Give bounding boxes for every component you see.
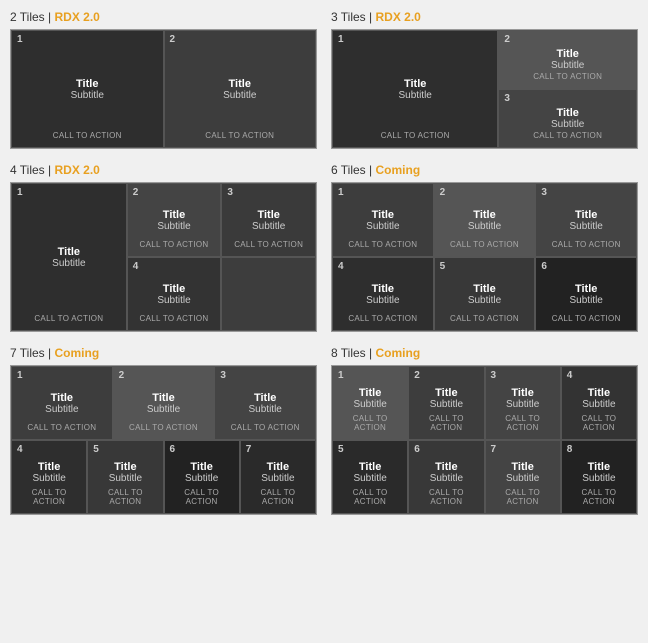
section-3tiles: 3 Tiles | RDX 2.0 1 Title Subtitle CALL … [331,10,638,149]
tile-8-3: 3 Title Subtitle CALL TO ACTION [485,366,561,440]
tile-8-8: 8 Title Subtitle CALL TO ACTION [561,440,637,514]
tile-6-5: 5 Title Subtitle CALL TO ACTION [434,257,536,331]
tile-6-1: 1 Title Subtitle CALL TO ACTION [332,183,434,257]
tile-7-6: 6 Title Subtitle CALL TO ACTION [164,440,240,514]
tile-4-2: 2 Title Subtitle CALL TO ACTION [127,183,222,257]
section-7tiles: 7 Tiles | Coming 1 Title Subtitle CALL T… [10,346,317,515]
page: 2 Tiles | RDX 2.0 1 Title Subtitle CALL … [0,0,648,525]
section-label-6tiles: 6 Tiles | Coming [331,163,638,177]
tile-4-3: 3 Title Subtitle CALL TO ACTION [221,183,316,257]
tile-7-5: 5 Title Subtitle CALL TO ACTION [87,440,163,514]
section-4tiles: 4 Tiles | RDX 2.0 1 Title Subtitle CALL … [10,163,317,332]
tile-8-1: 1 Title Subtitle CALL TO ACTION [332,366,408,440]
tile-8-4: 4 Title Subtitle CALL TO ACTION [561,366,637,440]
tile-6-4: 4 Title Subtitle CALL TO ACTION [332,257,434,331]
tile-8-6: 6 Title Subtitle CALL TO ACTION [408,440,484,514]
tile-6-3: 3 Title Subtitle CALL TO ACTION [535,183,637,257]
tile-8-5: 5 Title Subtitle CALL TO ACTION [332,440,408,514]
section-label-8tiles: 8 Tiles | Coming [331,346,638,360]
tile-grid-2: 1 Title Subtitle CALL TO ACTION 2 Title … [10,29,317,149]
col-right-3: 2 Title Subtitle CALL TO ACTION 3 Title … [498,30,637,148]
tile-1: 1 Title Subtitle CALL TO ACTION [11,30,164,148]
tile-4-4b [221,257,316,331]
section-2tiles: 2 Tiles | RDX 2.0 1 Title Subtitle CALL … [10,10,317,149]
tile-grid-7: 1 Title Subtitle CALL TO ACTION 2 Title … [10,365,317,515]
tile-6-2: 2 Title Subtitle CALL TO ACTION [434,183,536,257]
tile-6-6: 6 Title Subtitle CALL TO ACTION [535,257,637,331]
tile-4-4a: 4 Title Subtitle CALL TO ACTION [127,257,222,331]
tile-7-2: 2 Title Subtitle CALL TO ACTION [113,366,215,440]
section-8tiles: 8 Tiles | Coming 1 Title Subtitle CALL T… [331,346,638,515]
tile-3-2: 2 Title Subtitle CALL TO ACTION [498,30,637,89]
section-label-7tiles: 7 Tiles | Coming [10,346,317,360]
col-left-3: 1 Title Subtitle CALL TO ACTION [332,30,498,148]
section-label-3tiles: 3 Tiles | RDX 2.0 [331,10,638,24]
tile-8-7: 7 Title Subtitle CALL TO ACTION [485,440,561,514]
tile-7-3: 3 Title Subtitle CALL TO ACTION [214,366,316,440]
tile-2: 2 Title Subtitle CALL TO ACTION [164,30,317,148]
tile-3-1: 1 Title Subtitle CALL TO ACTION [332,30,498,148]
tile-7-4: 4 Title Subtitle CALL TO ACTION [11,440,87,514]
tile-grid-6: 1 Title Subtitle CALL TO ACTION 2 Title … [331,182,638,332]
col-left-4: 1 Title Subtitle CALL TO ACTION [11,183,127,331]
tile-7-7: 7 Title Subtitle CALL TO ACTION [240,440,316,514]
tile-4-1: 1 Title Subtitle CALL TO ACTION [11,183,127,331]
tile-grid-8: 1 Title Subtitle CALL TO ACTION 2 Title … [331,365,638,515]
col-right-4: 2 Title Subtitle CALL TO ACTION 3 Title … [127,183,316,331]
section-label-4tiles: 4 Tiles | RDX 2.0 [10,163,317,177]
tile-8-2: 2 Title Subtitle CALL TO ACTION [408,366,484,440]
tile-3-3: 3 Title Subtitle CALL TO ACTION [498,89,637,148]
section-6tiles: 6 Tiles | Coming 1 Title Subtitle CALL T… [331,163,638,332]
section-label-2tiles: 2 Tiles | RDX 2.0 [10,10,317,24]
tile-grid-3: 1 Title Subtitle CALL TO ACTION 2 Title … [331,29,638,149]
tile-7-1: 1 Title Subtitle CALL TO ACTION [11,366,113,440]
tile-grid-4: 1 Title Subtitle CALL TO ACTION 2 Title … [10,182,317,332]
